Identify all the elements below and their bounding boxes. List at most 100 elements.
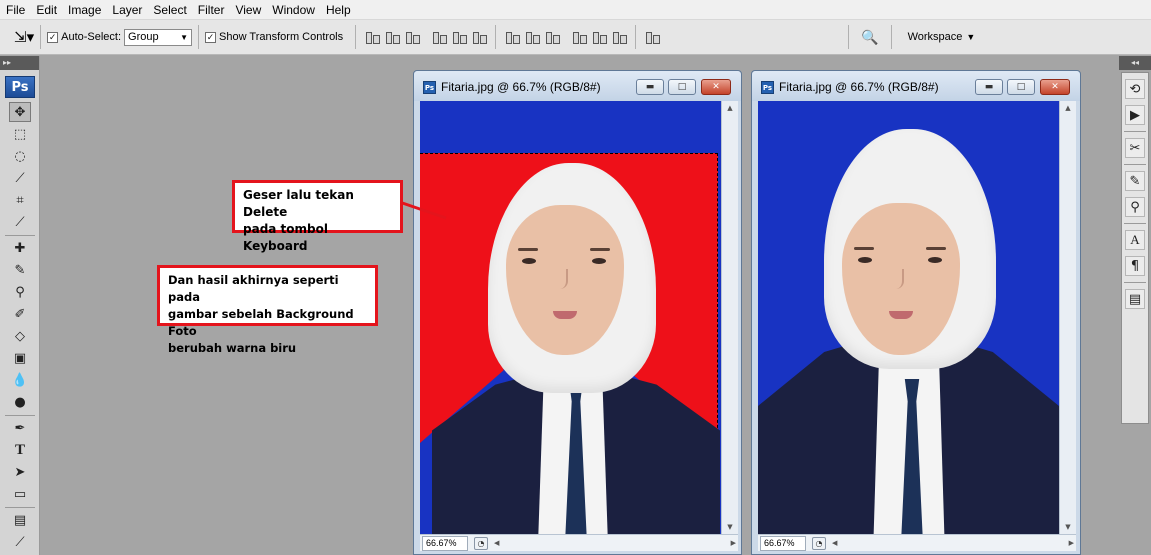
notes-tool-icon[interactable]: ▤ [9,510,31,530]
menu-view[interactable]: View [229,0,266,20]
status-info-icon[interactable]: ◔ [812,536,826,550]
dock-expand-icon[interactable]: ◂◂ [1119,56,1151,70]
scroll-left-icon[interactable]: ◀ [832,539,837,547]
history-panel-icon[interactable]: ⟲ [1125,79,1145,99]
close-button[interactable]: ✕ [701,79,731,95]
gradient-tool-icon[interactable]: ▣ [9,348,31,368]
brushes-panel-icon[interactable]: ✎ [1125,171,1145,191]
scroll-down-icon[interactable]: ▼ [1060,520,1076,534]
blur-tool-icon[interactable]: 💧 [9,370,31,390]
document-window-left[interactable]: Ps Fitaria.jpg @ 66.7% (RGB/8#) ▬ □ ✕ ▲ … [413,70,742,555]
scroll-right-icon[interactable]: ▶ [1069,539,1074,547]
dock-separator [1124,223,1146,224]
menu-select[interactable]: Select [147,0,191,20]
eyedropper-tool-icon[interactable]: ⟋ [9,212,31,232]
options-separator [495,25,497,49]
photo-right-eye [928,257,942,263]
image-canvas[interactable] [420,101,721,534]
align-top-icon[interactable] [363,28,381,46]
align-right-icon[interactable] [470,28,488,46]
marquee-tool-icon[interactable]: ⬚ [9,124,31,144]
document-title: Fitaria.jpg @ 66.7% (RGB/8#) [441,80,601,94]
menu-image[interactable]: Image [62,0,106,20]
distribute-bottom-icon[interactable] [543,28,561,46]
minimize-button[interactable]: ▬ [975,79,1003,95]
close-button[interactable]: ✕ [1040,79,1070,95]
distribute-vertical-center-icon[interactable] [523,28,541,46]
zoom-level-field[interactable]: 66.67% [760,535,806,551]
lasso-tool-icon[interactable]: ◌ [9,146,31,166]
ps-document-icon: Ps [423,81,436,94]
document-titlebar[interactable]: Ps Fitaria.jpg @ 66.7% (RGB/8#) ▬ □ ✕ [414,71,741,101]
options-separator [355,25,357,49]
photo-right-brow [590,248,610,251]
menu-bar: File Edit Image Layer Select Filter View… [0,0,1151,20]
status-info-icon[interactable]: ◔ [474,536,488,550]
maximize-button[interactable]: □ [668,79,696,95]
dodge-tool-icon[interactable]: ● [9,392,31,412]
checkbox-check-icon: ✓ [205,31,217,43]
move-tool-preset-icon[interactable]: ⇲▾ [14,28,34,46]
scroll-up-icon[interactable]: ▲ [1060,101,1076,115]
eraser-tool-icon[interactable]: ◇ [9,326,31,346]
menu-layer[interactable]: Layer [106,0,147,20]
vertical-scrollbar[interactable]: ▲ ▼ [721,101,738,534]
auto-align-layers-icon[interactable] [643,28,661,46]
photoshop-logo: Ps [5,76,35,98]
pen-tool-icon[interactable]: ✒ [9,418,31,438]
move-tool-icon[interactable]: ✥ [9,102,31,122]
workspace-label: Workspace [907,31,963,43]
chevron-down-icon: ▼ [180,32,189,42]
scroll-up-icon[interactable]: ▲ [722,101,738,115]
distribute-horizontal-center-icon[interactable] [590,28,608,46]
workspace-menu[interactable]: Workspace ▼ [908,31,976,43]
align-vertical-center-icon[interactable] [383,28,401,46]
layer-comps-icon[interactable]: ▤ [1125,289,1145,309]
eyedropper-tool-icon[interactable]: ⟋ [9,532,31,552]
clone-stamp-tool-icon[interactable]: ⚲ [9,282,31,302]
distribute-left-icon[interactable] [570,28,588,46]
distribute-top-icon[interactable] [503,28,521,46]
scroll-down-icon[interactable]: ▼ [722,520,738,534]
show-transform-checkbox[interactable]: ✓ Show Transform Controls [205,31,343,43]
healing-brush-tool-icon[interactable]: ✚ [9,238,31,258]
character-panel-icon[interactable]: A [1125,230,1145,250]
auto-select-checkbox[interactable]: ✓ Auto-Select: [47,31,121,43]
align-bottom-icon[interactable] [403,28,421,46]
tool-presets-icon[interactable]: ✂ [1125,138,1145,158]
menu-help[interactable]: Help [320,0,356,20]
scroll-right-icon[interactable]: ▶ [731,539,736,547]
align-left-icon[interactable] [430,28,448,46]
align-horizontal-center-icon[interactable] [450,28,468,46]
document-titlebar[interactable]: Ps Fitaria.jpg @ 66.7% (RGB/8#) ▬ □ ✕ [752,71,1080,101]
auto-select-label: Auto-Select: [61,31,122,43]
type-tool-icon[interactable]: T [9,440,31,460]
distribute-right-icon[interactable] [610,28,628,46]
rectangle-tool-icon[interactable]: ▭ [9,484,31,504]
actions-panel-icon[interactable]: ▶ [1125,105,1145,125]
auto-select-dropdown[interactable]: Group ▼ [124,28,193,46]
path-selection-tool-icon[interactable]: ➤ [9,462,31,482]
image-canvas[interactable] [758,101,1059,534]
options-separator [198,25,200,49]
brush-tool-icon[interactable]: ✎ [9,260,31,280]
magic-wand-tool-icon[interactable]: ⟋ [9,168,31,188]
minimize-button[interactable]: ▬ [636,79,664,95]
document-window-right[interactable]: Ps Fitaria.jpg @ 66.7% (RGB/8#) ▬ □ ✕ ▲ … [751,70,1081,555]
crop-tool-icon[interactable]: ⌗ [9,190,31,210]
paragraph-panel-icon[interactable]: ¶ [1125,256,1145,276]
zoom-level-field[interactable]: 66.67% [422,535,468,551]
bridge-icon[interactable]: 🔍 [861,29,878,46]
menu-edit[interactable]: Edit [30,0,62,20]
options-separator [635,25,637,49]
history-brush-tool-icon[interactable]: ✐ [9,304,31,324]
menu-filter[interactable]: Filter [192,0,230,20]
scroll-left-icon[interactable]: ◀ [494,539,499,547]
panel-collapse-icon[interactable]: ▸▸ [0,56,39,70]
menu-window[interactable]: Window [266,0,320,20]
photo-left-brow [518,248,538,251]
vertical-scrollbar[interactable]: ▲ ▼ [1059,101,1076,534]
maximize-button[interactable]: □ [1007,79,1035,95]
clone-source-icon[interactable]: ⚲ [1125,197,1145,217]
menu-file[interactable]: File [0,0,30,20]
